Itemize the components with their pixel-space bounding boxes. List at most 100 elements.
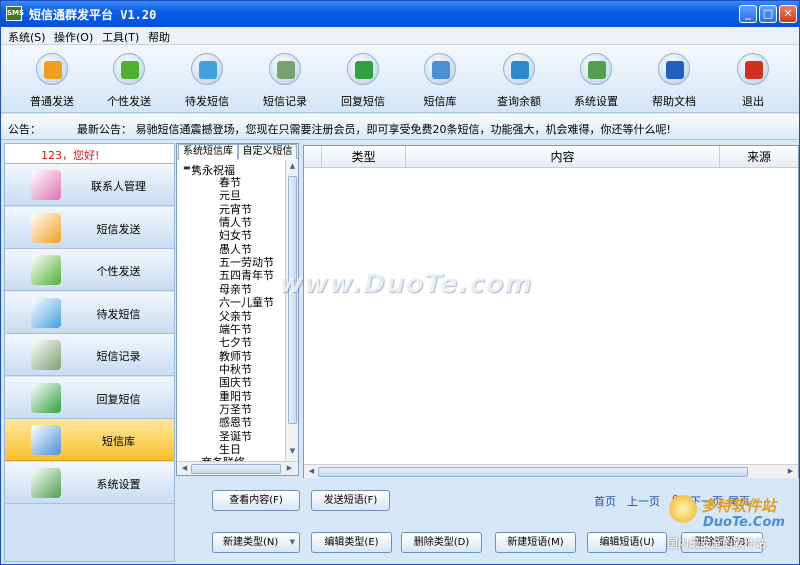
- toolbar-button-2[interactable]: 待发短信: [169, 51, 245, 111]
- toolbar-button-5[interactable]: 短信库: [402, 51, 478, 111]
- sidebar-item-7[interactable]: 系统设置: [5, 461, 174, 504]
- close-button[interactable]: ✕: [779, 5, 797, 23]
- bag-icon-glyph: [121, 61, 139, 79]
- tree-node[interactable]: 万圣节: [219, 403, 252, 416]
- scroll-thumb[interactable]: [318, 467, 748, 477]
- minimize-button[interactable]: _: [739, 5, 757, 23]
- tree-node[interactable]: 母亲节: [219, 283, 252, 296]
- edit-type-button[interactable]: 编辑类型(E): [311, 532, 392, 553]
- new-phrase-button[interactable]: 新建短语(M): [495, 532, 576, 553]
- tree-node[interactable]: 春节: [219, 176, 241, 189]
- new-type-button[interactable]: 新建类型(N) ▼: [212, 532, 300, 553]
- scroll-left-icon[interactable]: ◀: [305, 467, 318, 475]
- tree-node[interactable]: 国庆节: [219, 376, 252, 389]
- tree-node[interactable]: 元宵节: [219, 203, 252, 216]
- toolbar-button-label: 短信库: [423, 95, 457, 108]
- toolbar-button-3[interactable]: 短信记录: [247, 51, 323, 111]
- scroll-right-icon[interactable]: ▶: [784, 467, 797, 475]
- column-source[interactable]: 来源: [720, 146, 798, 168]
- new-type-label: 新建类型(N): [223, 537, 279, 548]
- sidebar-item-0[interactable]: 联系人管理: [5, 164, 174, 206]
- menu-tools[interactable]: 工具(T): [102, 29, 139, 45]
- grid-row-header: [304, 146, 322, 168]
- tree-node[interactable]: 父亲节: [219, 310, 252, 323]
- reply-icon-glyph: [355, 61, 373, 79]
- edit-phrase-button[interactable]: 编辑短语(U): [587, 532, 667, 553]
- scroll-right-icon[interactable]: ▶: [283, 464, 296, 472]
- tree-node[interactable]: 愚人节: [219, 243, 252, 256]
- grid-horizontal-scrollbar[interactable]: ◀ ▶: [304, 464, 798, 478]
- tree-node[interactable]: 元旦: [219, 189, 241, 202]
- logo-sub-text: 国内最安全的软件站: [667, 537, 766, 550]
- toolbar-button-label: 短信记录: [263, 95, 307, 108]
- phrase-grid[interactable]: 类型 内容 来源 ◀ ▶: [303, 145, 799, 478]
- menu-system[interactable]: 系统(S): [8, 29, 46, 45]
- sidebar-item-1[interactable]: 短信发送: [5, 206, 174, 249]
- coins-icon: [36, 53, 68, 85]
- tree-node[interactable]: 七夕节: [219, 336, 252, 349]
- greeting-text: 123，您好!: [41, 149, 100, 162]
- toolbar-button-0[interactable]: 普通发送: [14, 51, 90, 111]
- sidebar-item-label: 联系人管理: [91, 180, 146, 193]
- tree-node[interactable]: 六一儿童节: [219, 296, 274, 309]
- window-title: 短信通群发平台 V1.20: [29, 8, 157, 22]
- tree-node[interactable]: 重阳节: [219, 390, 252, 403]
- sidebar-item-4[interactable]: 短信记录: [5, 334, 174, 376]
- scroll-thumb[interactable]: [288, 176, 297, 424]
- column-content[interactable]: 内容: [406, 146, 720, 168]
- prev-page-link[interactable]: 上一页: [627, 493, 660, 509]
- toolbar-button-label: 回复短信: [341, 95, 385, 108]
- toolbar-button-4[interactable]: 回复短信: [325, 51, 401, 111]
- sidebar-item-3[interactable]: 待发短信: [5, 291, 174, 334]
- menu-operate[interactable]: 操作(O): [54, 29, 93, 45]
- globe-icon-glyph: [511, 61, 529, 79]
- scroll-left-icon[interactable]: ◀: [178, 464, 191, 472]
- toolbar-button-label: 普通发送: [30, 95, 74, 108]
- toolbar-button-6[interactable]: 查询余额: [481, 51, 557, 111]
- sidebar-item-5[interactable]: 回复短信: [5, 376, 174, 419]
- tree-node[interactable]: 圣诞节: [219, 430, 252, 443]
- scroll-down-icon[interactable]: ▼: [286, 447, 299, 455]
- tree-vertical-scrollbar[interactable]: ▲ ▼: [285, 160, 298, 461]
- title-bar[interactable]: SMS 短信通群发平台 V1.20 _ □ ✕: [1, 1, 799, 27]
- scroll-thumb[interactable]: [191, 464, 281, 474]
- tree-node[interactable]: 生日: [219, 443, 241, 456]
- tree-node[interactable]: 五一劳动节: [219, 256, 274, 269]
- library-tabs: 系统短信库 自定义短信: [177, 144, 298, 160]
- settings-icon: [580, 53, 612, 85]
- delete-type-button[interactable]: 删除类型(D): [401, 532, 482, 553]
- toolbar-button-7[interactable]: 系统设置: [558, 51, 634, 111]
- tree-horizontal-scrollbar[interactable]: ◀ ▶: [177, 461, 298, 475]
- collapse-toggle-icon[interactable]: ▬: [183, 163, 191, 172]
- maximize-button[interactable]: □: [759, 5, 777, 23]
- toolbar-button-9[interactable]: 退出: [715, 51, 791, 111]
- send-phrase-button[interactable]: 发送短语(F): [311, 490, 390, 511]
- toolbar-button-1[interactable]: 个性发送: [91, 51, 167, 111]
- toolbar-button-8[interactable]: 帮助文档: [636, 51, 712, 111]
- sidebar-item-label: 短信库: [102, 435, 135, 448]
- tab-custom-library[interactable]: 自定义短信: [238, 144, 297, 159]
- tree-node[interactable]: 中秋节: [219, 363, 252, 376]
- tree-node[interactable]: 情人节: [219, 216, 252, 229]
- menu-help[interactable]: 帮助: [148, 29, 170, 45]
- toolbar: 普通发送 个性发送 待发短信 短信记录 回复短信 短信库 查询余额 系统设置 帮助文档 退出: [1, 45, 799, 113]
- tree-node[interactable]: 五四青年节: [219, 269, 274, 282]
- sidebar-item-2[interactable]: 个性发送: [5, 249, 174, 291]
- notice-text: 最新公告： 易驰短信通震撼登场，您现在只需要注册会员，即可享受免费20条短信，功…: [77, 123, 671, 136]
- records-icon-glyph: [277, 61, 295, 79]
- first-page-link[interactable]: 首页: [594, 493, 616, 509]
- tree-node[interactable]: 感恩节: [219, 416, 252, 429]
- tab-system-library[interactable]: 系统短信库: [178, 144, 238, 160]
- menu-bar: 系统(S) 操作(O) 工具(T) 帮助: [1, 27, 799, 45]
- tree-node[interactable]: 教师节: [219, 350, 252, 363]
- sidebar-item-6[interactable]: 短信库: [5, 419, 174, 461]
- column-type[interactable]: 类型: [322, 146, 406, 168]
- app-window: SMS 短信通群发平台 V1.20 _ □ ✕ 系统(S) 操作(O) 工具(T…: [0, 0, 800, 565]
- scroll-up-icon[interactable]: ▲: [286, 162, 299, 170]
- dropdown-arrow-icon[interactable]: ▼: [290, 533, 295, 552]
- tree-node[interactable]: 端午节: [219, 323, 252, 336]
- globe-icon: [503, 53, 535, 85]
- tree-node[interactable]: 妇女节: [219, 229, 252, 242]
- view-content-button[interactable]: 查看内容(F): [212, 490, 300, 511]
- sidebar-item-label: 短信发送: [96, 222, 141, 236]
